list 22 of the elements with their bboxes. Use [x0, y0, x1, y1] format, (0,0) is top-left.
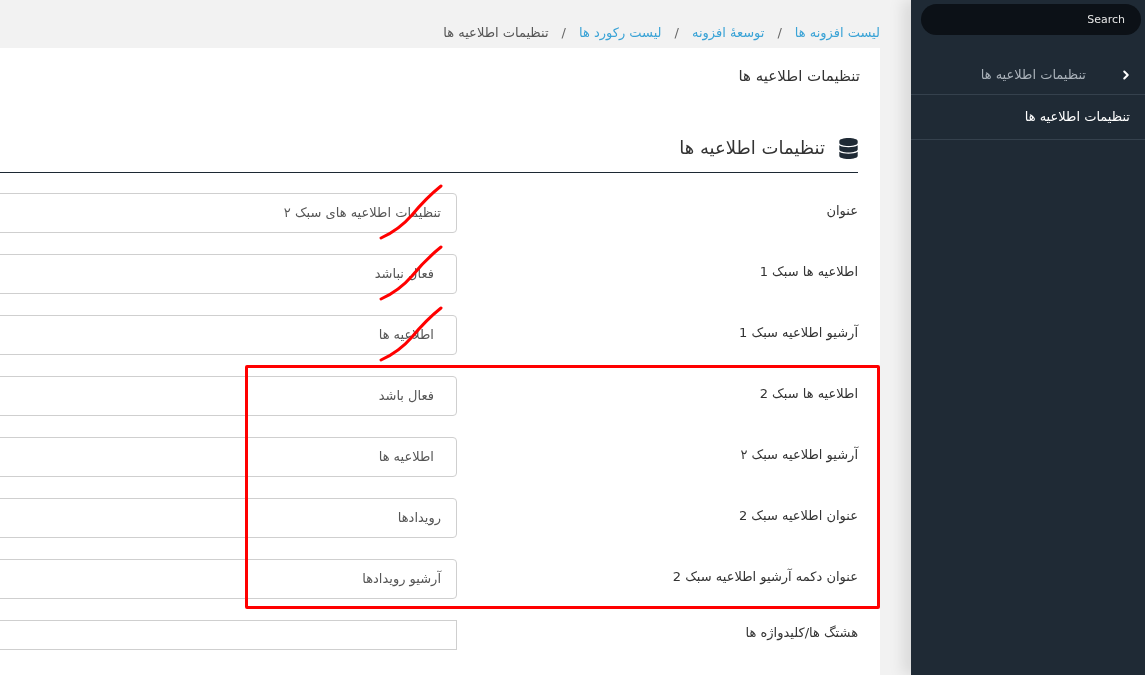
field-label: هشتگ ها/کلیدواژه ها	[745, 625, 858, 640]
field-label: اطلاعیه ها سبک 2	[759, 386, 858, 401]
database-icon	[839, 137, 858, 159]
input-field[interactable]: رویدادها	[0, 498, 457, 538]
breadcrumb-separator: /	[776, 24, 783, 43]
field-label: اطلاعیه ها سبک 1	[759, 264, 858, 279]
sidebar-menu-item[interactable]: تنظیمات اطلاعیه ها	[911, 95, 1145, 140]
field-label: عنوان	[826, 203, 858, 218]
search-field[interactable]: Search	[921, 4, 1141, 35]
sidebar-menu-item[interactable]: تنظیمات اطلاعیه ها	[911, 55, 1145, 95]
breadcrumb-separator: /	[560, 24, 567, 43]
field-label: عنوان اطلاعیه سبک 2	[738, 508, 858, 523]
breadcrumb-current: تنظیمات اطلاعیه ها	[443, 24, 549, 43]
page-title: تنظیمات اطلاعیه ها	[738, 66, 860, 86]
breadcrumb-separator: /	[673, 24, 680, 43]
section-title: تنظیمات اطلاعیه ها	[679, 136, 825, 160]
field-label: آرشیو اطلاعیه سبک 1	[739, 325, 858, 340]
field-label: عنوان دکمه آرشیو اطلاعیه سبک 2	[672, 569, 858, 584]
field-label: آرشیو اطلاعیه سبک ۲	[740, 447, 858, 462]
input-field[interactable]: آرشیو رویدادها	[0, 559, 457, 599]
input-field[interactable]: فعال باشد	[0, 376, 457, 416]
input-field[interactable]: اطلاعیه ها	[0, 437, 457, 477]
